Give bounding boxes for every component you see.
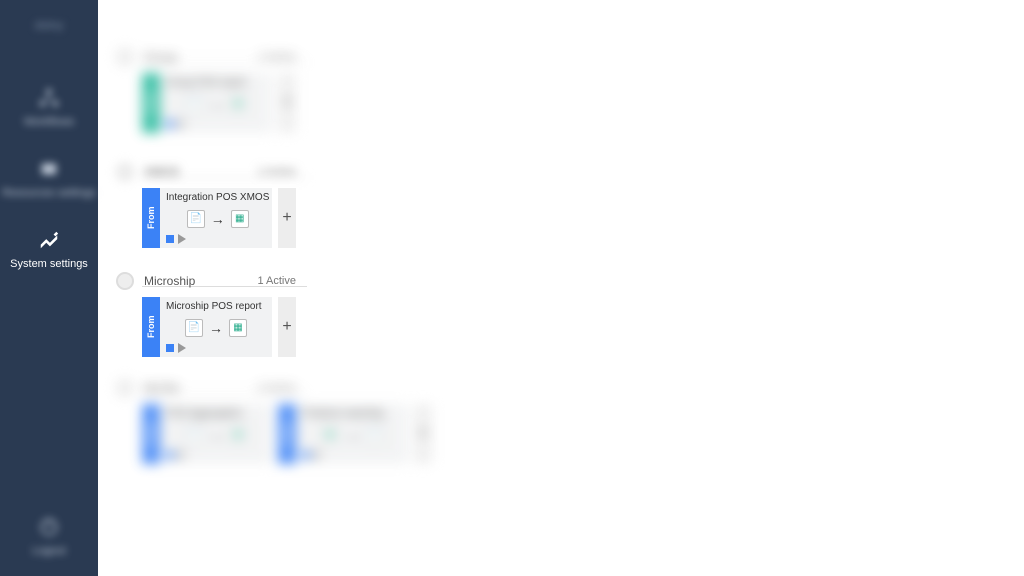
sidebar-item-workflows[interactable]: Workflows [0, 72, 98, 143]
card-title: Microship POS report [166, 301, 266, 312]
section-toggle[interactable] [116, 163, 134, 181]
source-icon: 📄 [185, 95, 203, 113]
section-count: 2 Active [257, 382, 296, 394]
card-title: Group POS report [166, 77, 266, 88]
target-icon: ▦ [229, 319, 247, 337]
card-title: Integration POS XMOS [166, 192, 269, 203]
section-name: Group [144, 50, 247, 64]
sidebar-item-system-settings[interactable]: System settings [0, 214, 98, 285]
play-icon[interactable] [178, 234, 186, 244]
card-side-label: From [278, 404, 296, 464]
card-side-label: From [142, 73, 160, 133]
source-icon: 📄 [185, 319, 203, 337]
logo: dstny [35, 18, 64, 32]
card-flow-icons: 📄 → ▦ [166, 205, 269, 232]
nav-label: Resources settings [2, 187, 96, 200]
card-side-label: From [142, 188, 160, 248]
play-icon[interactable] [178, 119, 186, 129]
workflow-card[interactable]: From Products reporting ▦→📄 [278, 404, 408, 464]
section-count: 1 Active [257, 51, 296, 63]
stop-icon[interactable] [166, 120, 174, 128]
nav-label: Logout [32, 545, 66, 558]
source-icon: 📄 [187, 210, 205, 228]
workflow-card[interactable]: From POS Aggregation 📄→▦ [142, 404, 272, 464]
card-flow-icons: 📄 → ▦ [166, 314, 266, 341]
workflow-icon [37, 86, 61, 110]
stop-icon[interactable] [166, 235, 174, 243]
play-icon[interactable] [178, 343, 186, 353]
add-workflow-button[interactable]: + [414, 404, 432, 464]
section-name: Microship [144, 274, 247, 288]
main-content: Group 1 Active From Group POS report 📄 →… [98, 0, 1024, 576]
section-count: 1 Active [257, 275, 296, 287]
add-workflow-button[interactable]: + [278, 73, 296, 133]
arrow-icon: → [209, 320, 223, 336]
sidebar: dstny Workflows Resources settings Syste… [0, 0, 98, 576]
card-side-label: From [142, 404, 160, 464]
workflow-section: Microship 1 Active From Microship POS re… [116, 272, 1024, 357]
sidebar-item-resources[interactable]: Resources settings [0, 143, 98, 214]
add-workflow-button[interactable]: + [278, 297, 296, 357]
workflow-section: Group 1 Active From Group POS report 📄 →… [116, 48, 1024, 133]
arrow-icon: → [209, 96, 223, 112]
target-icon: ▦ [229, 95, 247, 113]
card-title: Products reporting [302, 408, 402, 419]
workflow-section: XMOS 1 Active From Integration POS XMOS … [116, 163, 1024, 248]
card-title: POS Aggregation [166, 408, 266, 419]
card-side-label: From [142, 297, 160, 357]
workflow-card[interactable]: From Microship POS report 📄 → ▦ [142, 297, 272, 357]
section-name: MuTek [144, 381, 247, 395]
arrow-icon: → [211, 211, 225, 227]
workflow-section: MuTek 2 Active From POS Aggregation 📄→▦ … [116, 379, 1024, 464]
card-flow-icons: 📄 → ▦ [166, 90, 266, 117]
section-toggle[interactable] [116, 379, 134, 397]
section-toggle[interactable] [116, 272, 134, 290]
settings-icon [37, 228, 61, 252]
stop-icon[interactable] [166, 344, 174, 352]
section-toggle[interactable] [116, 48, 134, 66]
target-icon: ▦ [231, 210, 249, 228]
add-workflow-button[interactable]: + [278, 188, 296, 248]
sidebar-item-logout[interactable]: Logout [0, 501, 98, 576]
logout-icon [37, 515, 61, 539]
nav-label: System settings [10, 258, 88, 271]
nav-label: Workflows [24, 116, 75, 129]
workflow-card[interactable]: From Group POS report 📄 → ▦ [142, 73, 272, 133]
workflow-card[interactable]: From Integration POS XMOS 📄 → ▦ [142, 188, 272, 248]
resources-icon [37, 157, 61, 181]
